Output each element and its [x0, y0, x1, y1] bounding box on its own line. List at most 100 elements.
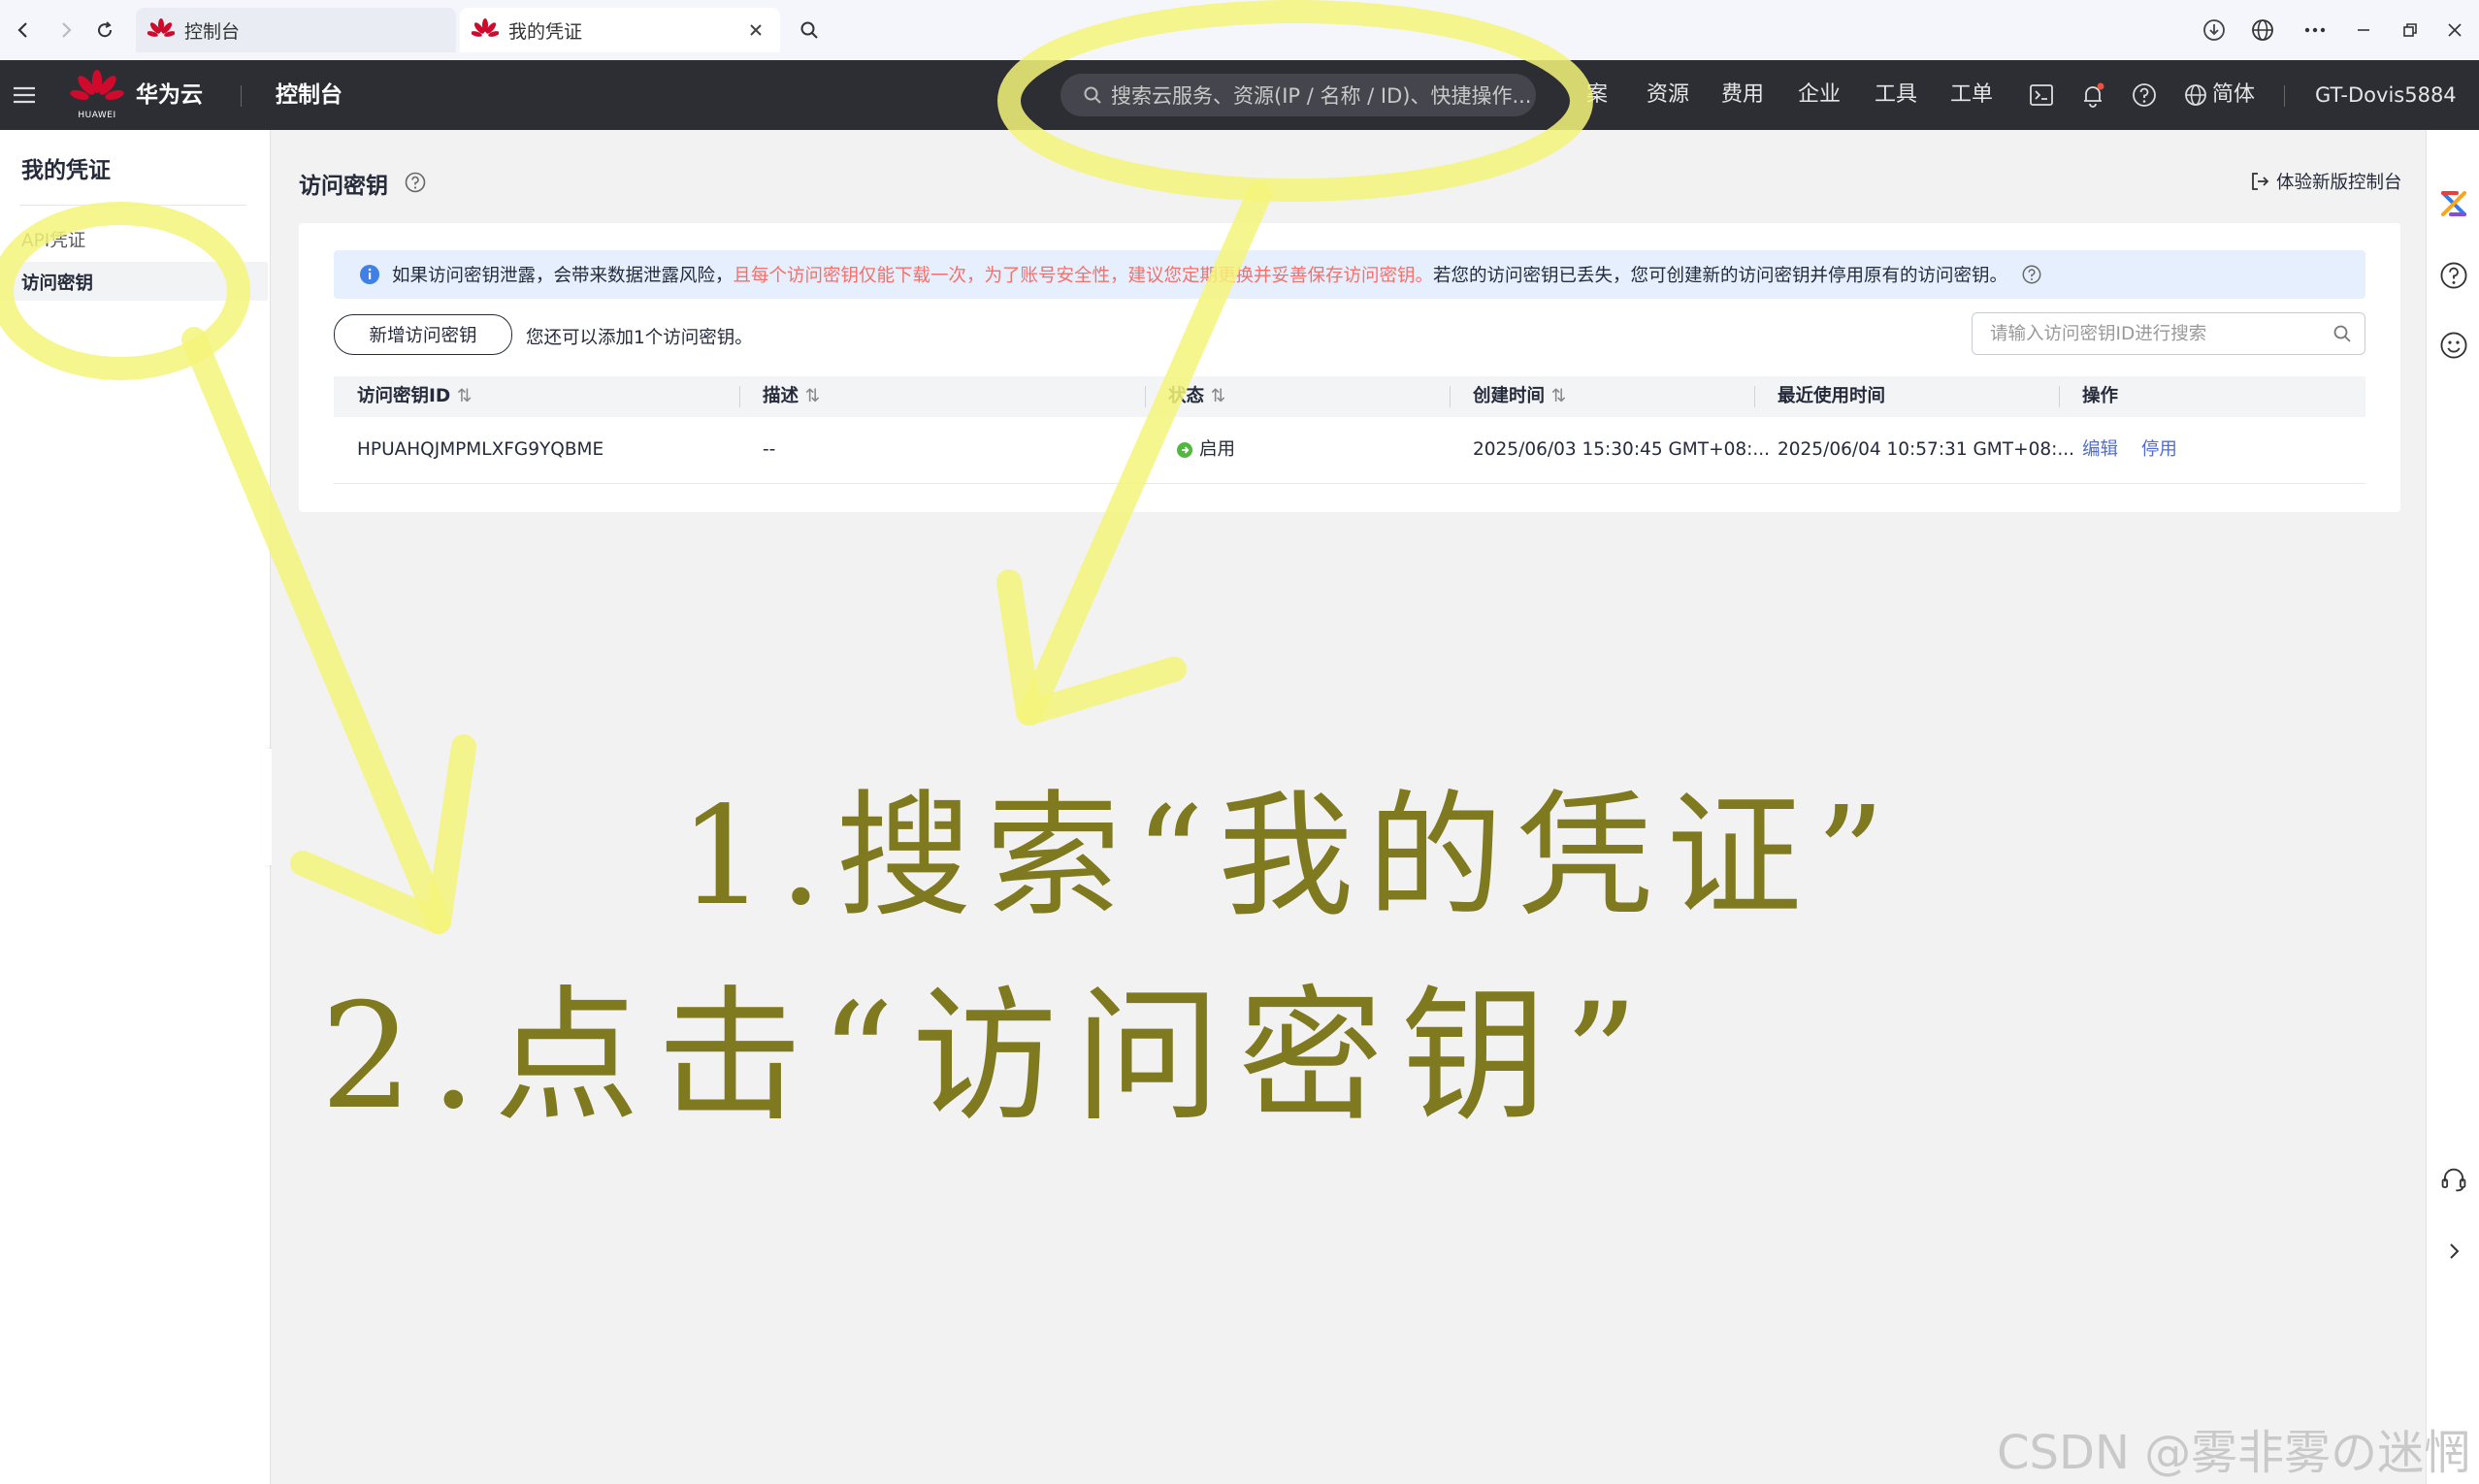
status-badge: 启用: [1199, 439, 1236, 460]
disable-key-link[interactable]: 停用: [2141, 439, 2177, 460]
rail-help-button[interactable]: [2434, 256, 2473, 295]
language-selector[interactable]: 简体: [2212, 60, 2255, 130]
assistant-button[interactable]: [2434, 184, 2473, 223]
console-link[interactable]: 控制台: [276, 60, 342, 130]
cell-last-used-time: 2025/06/04 10:57:31 GMT+08:...: [1778, 439, 2074, 460]
customer-service-button[interactable]: [2434, 1160, 2473, 1199]
arrow-right-icon: [62, 22, 72, 38]
reload-button[interactable]: [85, 11, 124, 49]
globe-button[interactable]: [2243, 12, 2282, 48]
close-window-button[interactable]: [2435, 12, 2474, 48]
restore-icon: [2403, 23, 2417, 37]
downloads-button[interactable]: [2195, 12, 2234, 48]
close-icon: [750, 24, 762, 36]
help-button[interactable]: [2126, 77, 2163, 113]
help-circle-icon: [2440, 262, 2467, 289]
cell-description: --: [763, 439, 776, 460]
sort-icon[interactable]: ⇅: [1550, 386, 1566, 406]
status-enabled-icon: [1177, 442, 1192, 458]
chevron-right-icon: [2450, 1243, 2460, 1259]
help-circle-icon: [2133, 83, 2156, 107]
quota-text: 您还可以添加1个访问密钥。: [526, 328, 753, 348]
key-search-input[interactable]: [1988, 313, 2332, 354]
arrow-left-icon: [17, 22, 27, 38]
language-globe[interactable]: [2177, 77, 2214, 113]
nav-item-tickets[interactable]: 工单: [1950, 60, 1993, 130]
console-header: HUAWEI 华为云 控制台 搜索云服务、资源(IP / 名称 / ID)、快捷…: [0, 60, 2479, 130]
globe-icon: [2252, 19, 2273, 41]
assistant-logo-icon: [2441, 191, 2466, 216]
more-menu-button[interactable]: [2296, 12, 2334, 48]
global-search-input[interactable]: 搜索云服务、资源(IP / 名称 / ID)、快捷操作...: [1060, 74, 1536, 116]
bell-icon: [2084, 82, 2104, 108]
column-header-description[interactable]: 描述 ⇅: [763, 376, 820, 417]
column-header-last-used: 最近使用时间: [1778, 386, 1886, 406]
sort-icon[interactable]: ⇅: [457, 386, 473, 406]
download-icon: [2203, 19, 2225, 41]
sidebar-item-label: 访问密钥: [21, 274, 94, 294]
terminal-icon: [2030, 84, 2053, 106]
page-title: 访问密钥: [299, 174, 388, 199]
sidebar: 我的凭证 API凭证 访问密钥: [0, 130, 271, 1484]
back-button[interactable]: [4, 11, 43, 49]
nav-item-enterprise[interactable]: 企业: [1798, 60, 1841, 130]
add-access-key-button[interactable]: 新增访问密钥: [334, 314, 512, 355]
tab-close-button[interactable]: [743, 17, 768, 43]
feedback-button[interactable]: [2434, 326, 2473, 365]
cell-status: 启用: [1176, 417, 1235, 483]
user-account-menu[interactable]: GT-Dovis5884: [2315, 60, 2457, 130]
column-divider: [1450, 386, 1451, 407]
table-header: 访问密钥ID ⇅ 描述 ⇅ 状态 ⇅ 创建时间 ⇅ 最近使用时间 操作: [334, 376, 2365, 417]
new-console-link[interactable]: 体验新版控制台: [2249, 169, 2402, 194]
annotation-step2: 2.点击“访问密钥”: [320, 973, 1656, 1142]
close-icon: [2448, 23, 2462, 37]
table-row: HPUAHQJMPMLXFG9YQBME -- 启用 2025/06/03 15…: [334, 417, 2365, 484]
menu-button[interactable]: [6, 77, 43, 113]
notifications-button[interactable]: [2074, 77, 2111, 113]
watermark: CSDN @雾非雾の迷惘: [1997, 1426, 2471, 1480]
column-header-actions: 操作: [2082, 386, 2119, 406]
sort-icon[interactable]: ⇅: [1210, 386, 1225, 406]
tab-search-button[interactable]: [790, 11, 829, 49]
sort-icon[interactable]: ⇅: [804, 386, 820, 406]
info-icon: [360, 265, 379, 284]
column-header-created[interactable]: 创建时间 ⇅: [1473, 376, 1566, 417]
right-rail: [2426, 130, 2479, 1484]
search-icon: [1084, 86, 1101, 104]
brand-name[interactable]: 华为云: [136, 60, 203, 130]
column-header-status[interactable]: 状态 ⇅: [1168, 376, 1225, 417]
divider: [2284, 85, 2285, 107]
search-placeholder: 搜索云服务、资源(IP / 名称 / ID)、快捷操作...: [1111, 84, 1532, 108]
column-header-key-id[interactable]: 访问密钥ID ⇅: [357, 376, 472, 417]
cell-actions: 编辑 停用: [2082, 417, 2195, 483]
key-search-field[interactable]: [1972, 312, 2365, 355]
cloud-shell-button[interactable]: [2023, 77, 2060, 113]
browser-toolbar: 控制台 我的凭证: [0, 0, 2479, 61]
nav-item-resources[interactable]: 资源: [1647, 60, 1689, 130]
huawei-logo-icon: [147, 18, 175, 37]
browser-tab-console[interactable]: 控制台: [136, 8, 456, 52]
reload-icon: [98, 21, 113, 38]
column-divider: [739, 386, 740, 407]
page-help[interactable]: [404, 171, 427, 194]
edit-key-link[interactable]: 编辑: [2082, 439, 2118, 460]
banner-text: 如果访问密钥泄露，会带来数据泄露风险，: [392, 266, 734, 286]
help-circle-icon: [405, 172, 426, 193]
browser-tab-credentials[interactable]: 我的凭证: [460, 8, 780, 52]
logo-wordmark: HUAWEI: [78, 111, 116, 120]
sidebar-item-access-keys[interactable]: 访问密钥: [0, 262, 268, 301]
expand-rail-button[interactable]: [2434, 1232, 2473, 1271]
huawei-logo[interactable]: HUAWEI: [70, 70, 124, 120]
minimize-button[interactable]: [2344, 12, 2383, 48]
nav-item-billing[interactable]: 费用: [1721, 60, 1764, 130]
banner-warning-text: 且每个访问密钥仅能下载一次，为了账号安全性，建议您定期更换并妥善保存访问密钥。: [733, 266, 1434, 286]
globe-icon: [2185, 84, 2206, 106]
nav-item-tools[interactable]: 工具: [1875, 60, 1917, 130]
help-circle-icon[interactable]: [2021, 264, 2042, 285]
search-icon[interactable]: [2332, 323, 2353, 344]
sidebar-item-api-credentials[interactable]: API凭证: [21, 227, 85, 252]
nav-item-beian[interactable]: 案: [1586, 60, 1608, 130]
column-divider: [1145, 386, 1146, 407]
forward-button[interactable]: [47, 11, 85, 49]
restore-button[interactable]: [2391, 12, 2430, 48]
